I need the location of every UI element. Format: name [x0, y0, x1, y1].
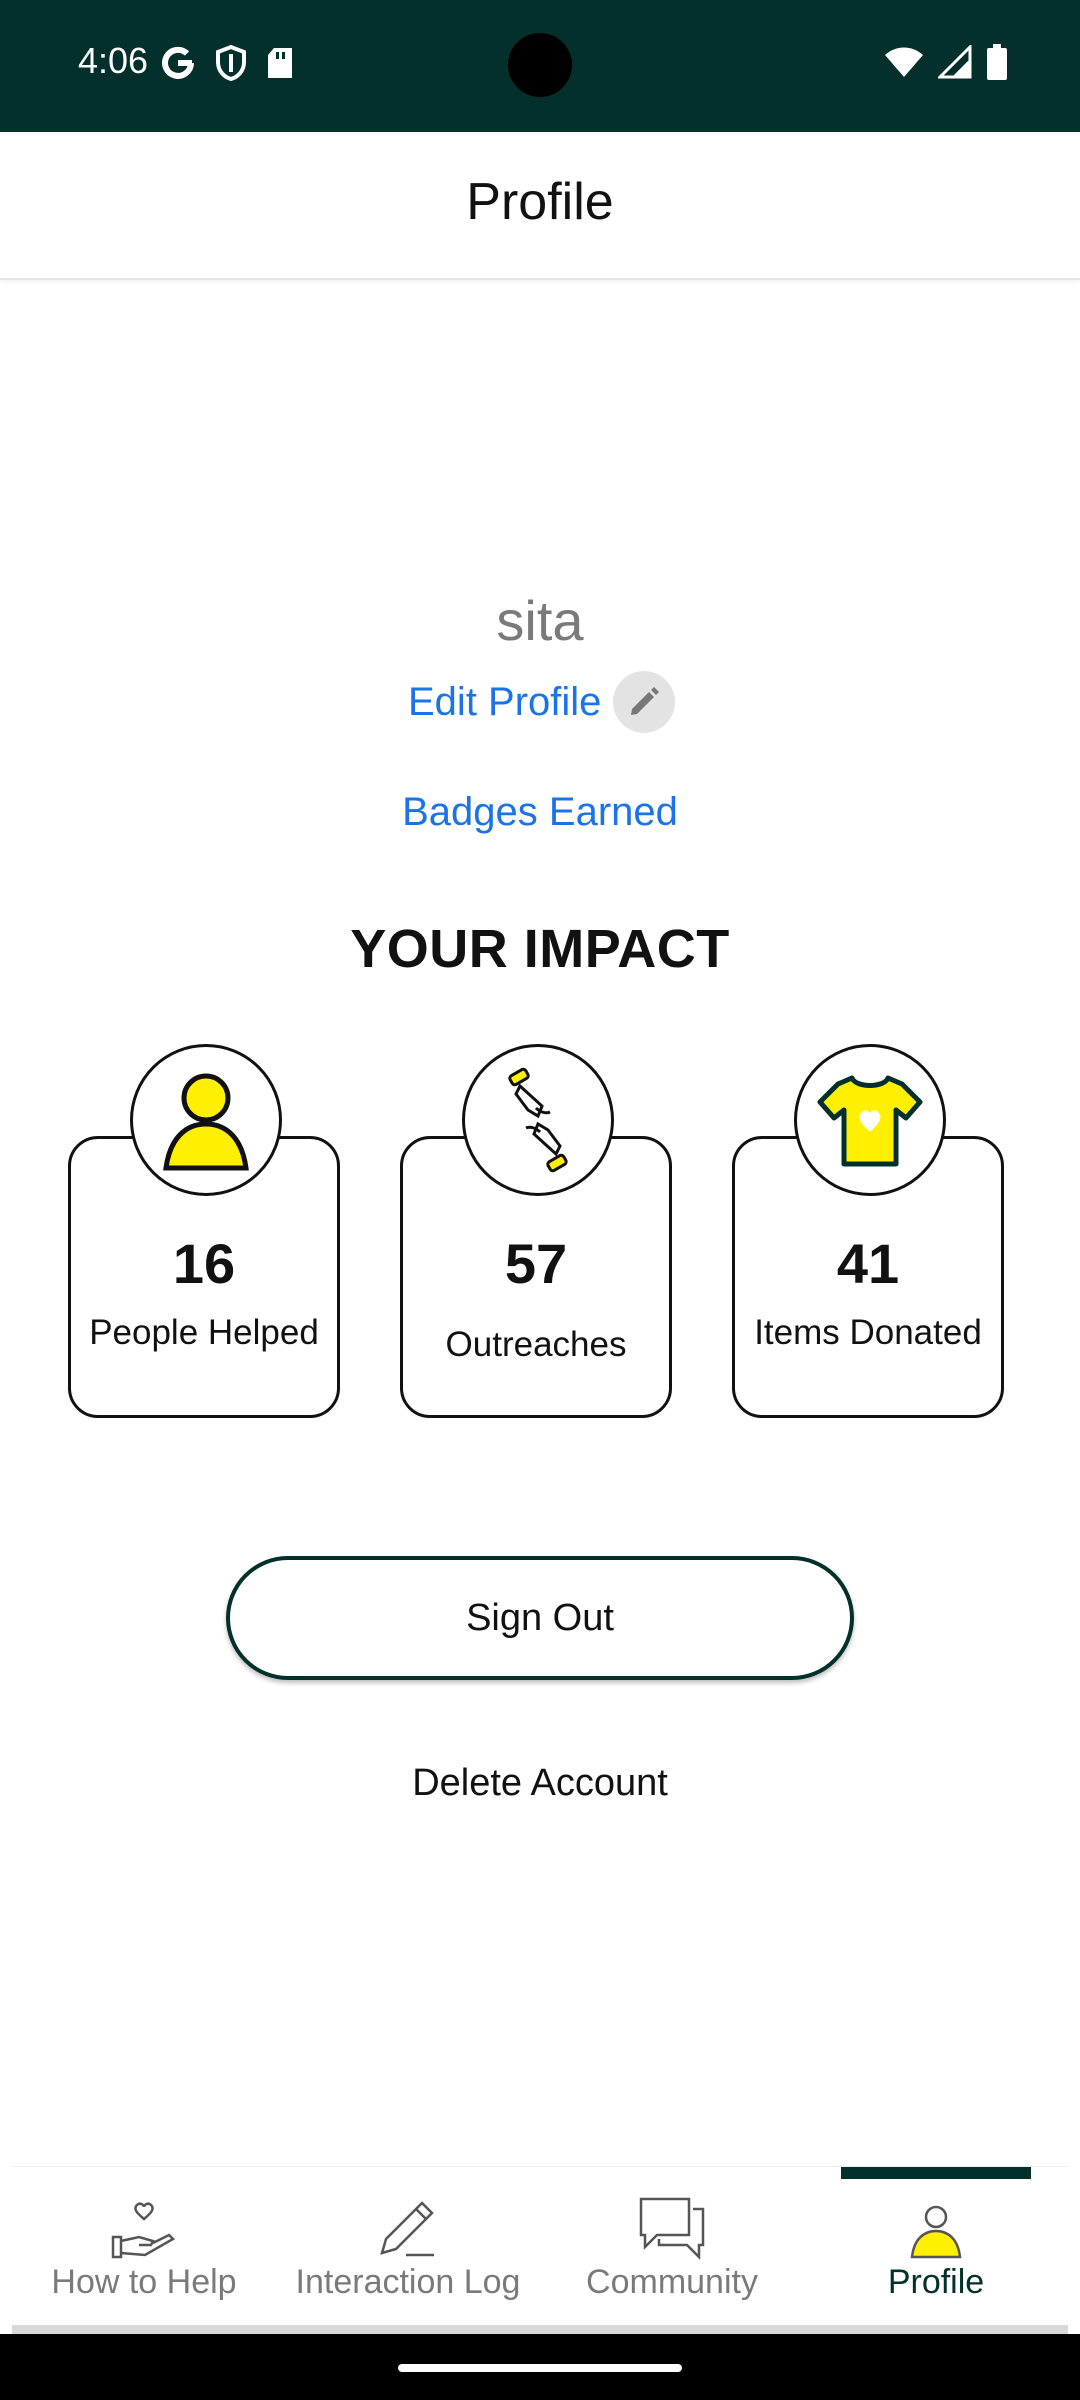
edit-profile-link[interactable]: Edit Profile — [408, 680, 601, 725]
sd-card-icon — [268, 48, 292, 78]
nav-label: Profile — [887, 2263, 985, 2301]
nav-label: Community — [586, 2263, 758, 2301]
battery-icon — [987, 44, 1007, 80]
status-time: 4:06 — [78, 40, 149, 81]
nav-item-how-to-help[interactable]: How to Help — [12, 2167, 276, 2325]
stat-value: 16 — [172, 1232, 236, 1295]
stat-label: Items Donated — [754, 1313, 982, 1352]
stat-label: People Helped — [89, 1313, 319, 1352]
stat-icon-circle — [462, 1044, 614, 1196]
hand-heart-icon — [111, 2202, 176, 2259]
stat-value: 57 — [504, 1232, 568, 1295]
stat-value: 41 — [836, 1232, 900, 1295]
status-bar: 4:06 — [0, 0, 1080, 132]
pencil-icon — [380, 2201, 434, 2257]
nav-item-profile[interactable]: Profile — [804, 2167, 1068, 2325]
bottom-nav: How to Help Interaction Log Community Pr… — [12, 2166, 1068, 2335]
person-icon — [163, 1073, 249, 1171]
stat-icon-circle — [130, 1044, 282, 1196]
signal-icon — [938, 45, 972, 79]
person-icon — [910, 2205, 962, 2259]
edit-profile-button[interactable] — [613, 671, 676, 733]
app-header: Profile — [0, 132, 1080, 280]
home-indicator[interactable] — [398, 2364, 682, 2372]
stat-label: Outreaches — [445, 1325, 627, 1364]
nav-item-interaction-log[interactable]: Interaction Log — [276, 2167, 540, 2325]
nav-item-community[interactable]: Community — [540, 2167, 804, 2325]
camera-cutout — [508, 33, 572, 97]
nav-label: How to Help — [51, 2263, 237, 2301]
impact-heading: YOUR IMPACT — [350, 919, 730, 979]
stat-icon-circle — [794, 1044, 946, 1196]
chat-bubbles-icon — [639, 2197, 705, 2261]
tshirt-heart-icon — [817, 1075, 923, 1167]
page-title: Profile — [466, 173, 614, 231]
badges-earned-link[interactable]: Badges Earned — [0, 790, 1080, 835]
helping-hands-icon — [508, 1067, 568, 1173]
edit-profile-row[interactable]: Edit Profile — [408, 670, 676, 734]
google-icon — [162, 46, 194, 79]
nav-label: Interaction Log — [295, 2263, 521, 2301]
username: sita — [496, 589, 584, 652]
sign-out-button[interactable]: Sign Out — [226, 1556, 854, 1680]
shield-icon — [216, 44, 246, 82]
wifi-icon — [885, 47, 923, 77]
pencil-icon — [631, 687, 660, 715]
delete-account-link[interactable]: Delete Account — [0, 1762, 1080, 1805]
